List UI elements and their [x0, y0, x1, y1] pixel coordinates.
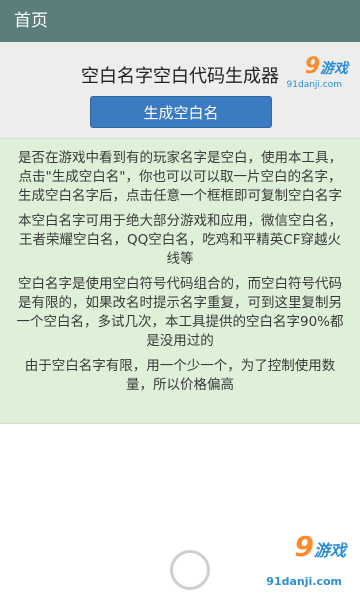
- brand-watermark-url: 91danji.com: [266, 575, 342, 588]
- watermark-circle-icon: [170, 550, 210, 590]
- info-paragraph: 本空白名字可用于绝大部分游戏和应用，微信空白名，王者荣耀空白名，QQ空白名，吃鸡…: [18, 213, 342, 267]
- info-paragraph: 由于空白名字有限，用一个少一个，为了控制使用数量，所以价格偏高: [24, 358, 336, 393]
- page-title: 空白名字空白代码生成器: [81, 66, 279, 87]
- info-paragraph: 空白名字是使用空白符号代码组合的，而空白符号代码是有限的，如果改名时提示名字重复…: [16, 276, 344, 349]
- generate-blank-name-button[interactable]: 生成空白名: [90, 96, 272, 128]
- info-paragraph: 是否在游戏中看到有的玩家名字是空白，使用本工具，点击"生成空白名"，你也可以可以…: [18, 150, 342, 204]
- top-bar: 首页: [0, 0, 360, 42]
- brand-watermark: 9游戏: [294, 530, 347, 563]
- home-title[interactable]: 首页: [14, 11, 48, 31]
- info-panel: 是否在游戏中看到有的玩家名字是空白，使用本工具，点击"生成空白名"，你也可以可以…: [0, 138, 360, 424]
